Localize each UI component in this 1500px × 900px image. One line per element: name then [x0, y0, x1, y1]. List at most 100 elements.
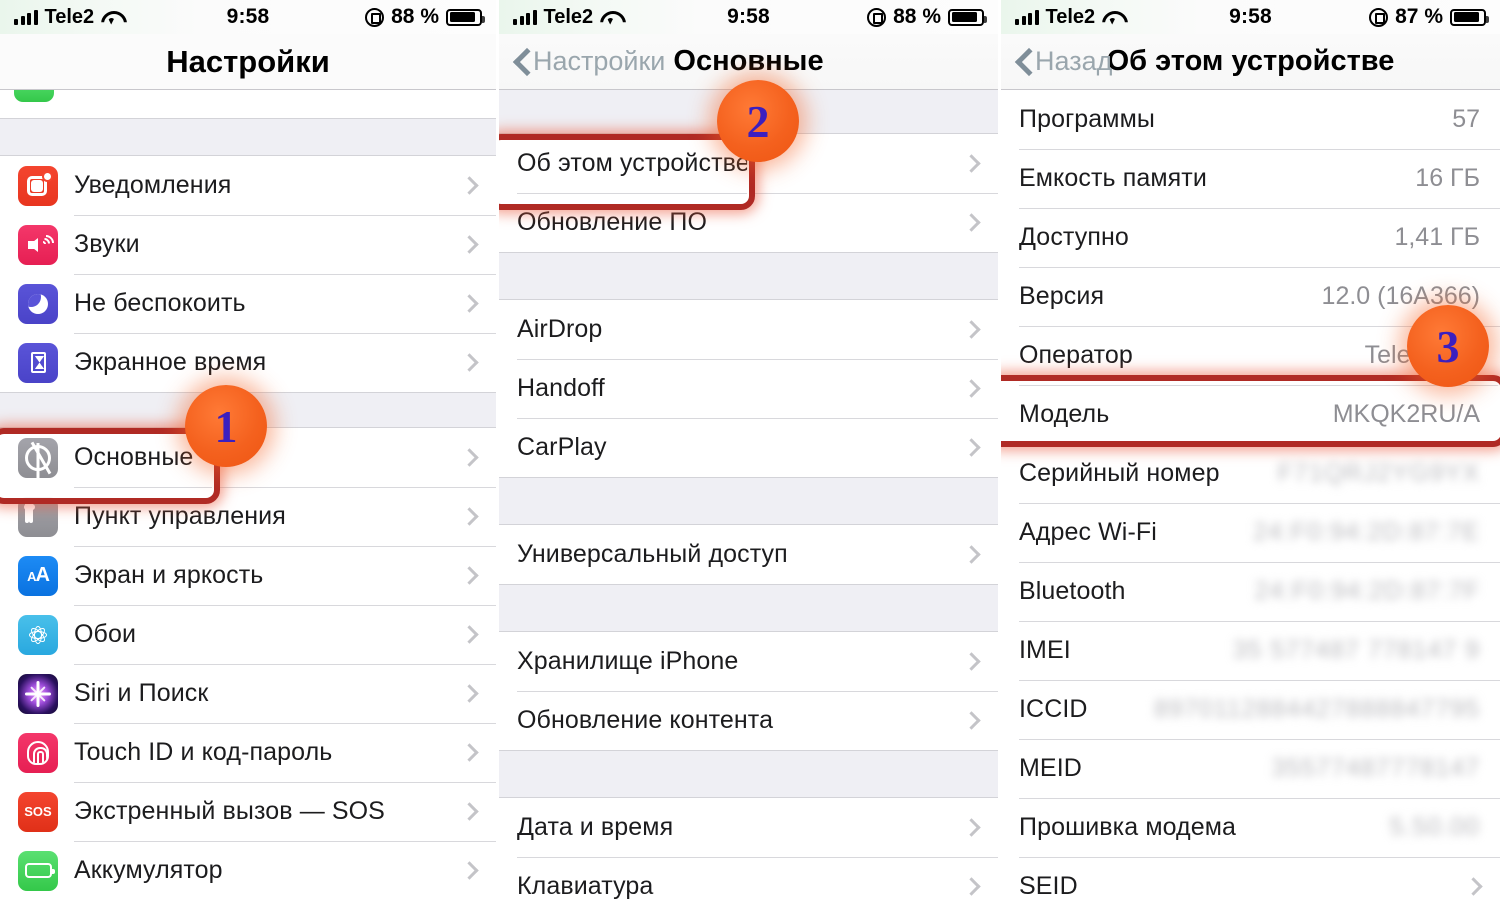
row-label: Доступно: [1019, 223, 1129, 251]
chevron-right-icon: [460, 176, 479, 195]
row-value: MKQK2RU/A: [1332, 400, 1480, 428]
row-value: 35577487778147: [1271, 754, 1480, 782]
section-general: Основные Пункт управления AA Экран и ярк…: [0, 428, 496, 900]
row-label: Обновление ПО: [517, 208, 708, 236]
row-label: Обновление контента: [517, 706, 774, 734]
about-row-wifi-address: Адрес Wi-Fi 24:F0:94:2D:87:7E: [1001, 503, 1500, 562]
chevron-right-icon: [962, 711, 981, 730]
chevron-right-icon: [962, 320, 981, 339]
settings-row-display-brightness[interactable]: AA Экран и яркость: [0, 546, 496, 605]
row-label: Пункт управления: [74, 502, 286, 530]
chevron-right-icon: [460, 743, 479, 762]
partial-green-icon: [14, 90, 54, 102]
row-label: Экранное время: [74, 348, 267, 376]
row-label: Звуки: [74, 230, 140, 258]
row-value: 35 577487 778147 9: [1232, 636, 1480, 664]
settings-row-do-not-disturb[interactable]: Не беспокоить: [0, 274, 496, 333]
chevron-right-icon: [962, 154, 981, 173]
chevron-right-icon: [962, 213, 981, 232]
chevron-right-icon: [962, 438, 981, 457]
chevron-right-icon: [460, 802, 479, 821]
battery-icon: [948, 8, 987, 26]
siri-icon: [18, 673, 58, 714]
settings-row-notifications[interactable]: Уведомления: [0, 156, 496, 215]
row-label: Уведомления: [74, 171, 232, 199]
settings-row-touch-id[interactable]: Touch ID и код-пароль: [0, 723, 496, 782]
settings-list[interactable]: Уведомления Звуки Не беспокоить Экранное…: [0, 90, 496, 900]
three-phone-screenshots: Tele2 9:58 88 % Настройки Уведомления Зв…: [0, 0, 1500, 900]
row-label: Клавиатура: [517, 872, 654, 900]
row-label: Обои: [74, 620, 137, 648]
row-label: Аккумулятор: [74, 856, 223, 884]
battery-percent: 87 %: [1395, 5, 1443, 28]
settings-row-sounds[interactable]: Звуки: [0, 215, 496, 274]
about-row-available: Доступно 1,41 ГБ: [1001, 208, 1500, 267]
touch-id-icon: [18, 732, 58, 773]
about-row-imei: IMEI 35 577487 778147 9: [1001, 621, 1500, 680]
about-row-capacity: Емкость памяти 16 ГБ: [1001, 149, 1500, 208]
general-row-background-refresh[interactable]: Обновление контента: [499, 691, 998, 750]
row-value: 8970112884427888847795: [1153, 695, 1480, 723]
row-label: IMEI: [1019, 636, 1071, 664]
chevron-right-icon: [962, 818, 981, 837]
chevron-right-icon: [460, 448, 479, 467]
general-row-date-time[interactable]: Дата и время: [499, 798, 998, 857]
chevron-left-icon: [1017, 49, 1031, 75]
chevron-right-icon: [460, 566, 479, 585]
section-alerts: Уведомления Звуки Не беспокоить Экранное…: [0, 156, 496, 392]
general-row-airdrop[interactable]: AirDrop: [499, 300, 998, 359]
row-label: Адрес Wi-Fi: [1019, 518, 1157, 546]
phone-screen-settings: Tele2 9:58 88 % Настройки Уведомления Зв…: [0, 0, 496, 900]
row-label: Хранилище iPhone: [517, 647, 739, 675]
control-center-icon: [18, 496, 58, 537]
about-row-meid: MEID 35577487778147: [1001, 739, 1500, 798]
row-label: Версия: [1019, 282, 1105, 310]
settings-row-siri-search[interactable]: Siri и Поиск: [0, 664, 496, 723]
about-list[interactable]: Программы 57 Емкость памяти 16 ГБ Доступ…: [1001, 90, 1500, 900]
nav-bar: Настройки: [0, 34, 496, 90]
about-row-serial-number: Серийный номер F71QRJ2YG9YX: [1001, 444, 1500, 503]
row-value: 16 ГБ: [1415, 164, 1480, 192]
settings-row-control-center[interactable]: Пункт управления: [0, 487, 496, 546]
general-row-carplay[interactable]: CarPlay: [499, 418, 998, 477]
settings-row-sos[interactable]: SOS Экстренный вызов — SOS: [0, 782, 496, 841]
settings-row-screen-time[interactable]: Экранное время: [0, 333, 496, 392]
rotation-lock-icon: [867, 7, 887, 27]
row-value: 57: [1452, 105, 1480, 133]
row-label: Оператор: [1019, 341, 1133, 369]
chevron-right-icon: [460, 294, 479, 313]
back-button-label: Назад: [1035, 46, 1113, 76]
section-gap: [499, 252, 998, 300]
general-list[interactable]: Об этом устройстве Обновление ПО AirDrop…: [499, 90, 998, 900]
about-row-seid[interactable]: SEID: [1001, 857, 1500, 900]
section-accessibility: Универсальный доступ: [499, 525, 998, 584]
battery-percent: 88 %: [391, 5, 439, 28]
rotation-lock-icon: [1369, 7, 1389, 27]
row-label: SEID: [1019, 872, 1078, 900]
settings-row-battery[interactable]: Аккумулятор: [0, 841, 496, 900]
sos-icon: SOS: [18, 791, 58, 832]
row-label: Bluetooth: [1019, 577, 1126, 605]
about-row-model: Модель MKQK2RU/A: [1001, 385, 1500, 444]
phone-screen-general: Tele2 9:58 88 % Настройки Основные Об эт…: [499, 0, 998, 900]
settings-row-wallpaper[interactable]: Обои: [0, 605, 496, 664]
section-about-info: Программы 57 Емкость памяти 16 ГБ Доступ…: [1001, 90, 1500, 900]
row-label: CarPlay: [517, 433, 607, 461]
row-label: Емкость памяти: [1019, 164, 1207, 192]
about-row-modem-firmware: Прошивка модема 5.50.00: [1001, 798, 1500, 857]
general-row-keyboard[interactable]: Клавиатура: [499, 857, 998, 900]
row-value: 5.50.00: [1389, 813, 1480, 841]
nav-bar: Назад Об этом устройстве: [1001, 34, 1500, 90]
general-row-iphone-storage[interactable]: Хранилище iPhone: [499, 632, 998, 691]
back-button-label: Настройки: [533, 46, 666, 76]
back-button[interactable]: Настройки: [515, 46, 665, 77]
back-button[interactable]: Назад: [1017, 46, 1112, 77]
about-row-bluetooth: Bluetooth 24:F0:94:2D:87:7F: [1001, 562, 1500, 621]
general-row-software-update[interactable]: Обновление ПО: [499, 193, 998, 252]
chevron-right-icon: [962, 652, 981, 671]
general-row-handoff[interactable]: Handoff: [499, 359, 998, 418]
chevron-left-icon: [515, 49, 529, 75]
general-row-accessibility[interactable]: Универсальный доступ: [499, 525, 998, 584]
section-gap: [499, 584, 998, 632]
status-bar-right: 88 %: [365, 5, 485, 29]
